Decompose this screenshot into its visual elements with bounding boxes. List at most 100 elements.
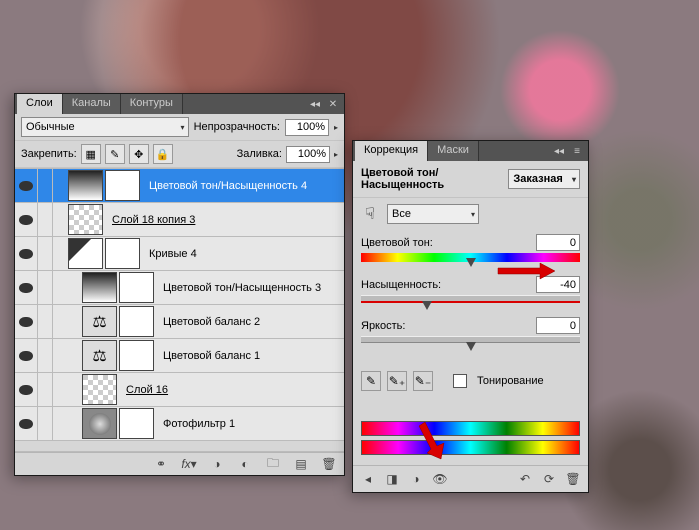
close-icon[interactable]: ✕ <box>326 97 340 111</box>
collapse-icon[interactable]: ◂◂ <box>552 144 566 158</box>
layer-name[interactable]: Цветовой тон/Насыщенность 4 <box>141 180 344 192</box>
eyedropper-minus-icon[interactable]: ✎₋ <box>413 371 433 391</box>
color-range-strips <box>361 421 580 455</box>
layer-item[interactable]: Цветовой тон/Насыщенность 4 <box>15 169 344 203</box>
adjustment-body: ☟ Все Цветовой тон: 0 Насыщенность: -40 … <box>353 198 588 465</box>
layers-list[interactable]: Цветовой тон/Насыщенность 4 Слой 18 копи… <box>15 168 344 452</box>
preset-select[interactable]: Заказная <box>508 169 580 189</box>
panel-menu-icon[interactable]: ≡ <box>570 144 584 158</box>
lock-fill-row: Закрепить: ▦ ✎ ✥ 🔒 Заливка: 100% ▸ <box>15 141 344 168</box>
opacity-input[interactable]: 100% <box>285 119 329 136</box>
lightness-input[interactable]: 0 <box>536 317 580 334</box>
delete-adjustment-icon[interactable]: 🗑 <box>564 470 582 488</box>
adjustments-panel-header: Коррекция Маски ◂◂ ≡ <box>353 141 588 161</box>
lock-pixels-button[interactable]: ✎ <box>105 144 125 164</box>
hue-slider[interactable] <box>361 253 580 262</box>
layer-thumbnail[interactable] <box>68 204 103 235</box>
hue-input[interactable]: 0 <box>536 234 580 251</box>
opacity-label: Непрозрачность: <box>194 121 280 133</box>
layer-mask[interactable] <box>119 306 154 337</box>
tab-masks[interactable]: Маски <box>428 141 479 161</box>
layer-thumbnail[interactable] <box>68 238 103 269</box>
lock-all-button[interactable]: 🔒 <box>153 144 173 164</box>
targeted-adjust-icon[interactable]: ☟ <box>361 205 379 223</box>
range-select[interactable]: Все <box>387 204 479 224</box>
layer-thumbnail[interactable] <box>82 374 117 405</box>
layer-name[interactable]: Цветовой тон/Насыщенность 3 <box>155 282 344 294</box>
visibility-toggle[interactable] <box>15 271 38 304</box>
layer-name[interactable]: Слой 18 копия 3 <box>104 214 344 226</box>
lightness-label: Яркость: <box>361 320 405 332</box>
adjustment-layer-icon[interactable]: ◐ <box>236 455 254 473</box>
visibility-toggle[interactable] <box>15 305 38 338</box>
toggle-visibility-icon[interactable]: 👁 <box>431 470 449 488</box>
fill-input[interactable]: 100% <box>286 146 330 163</box>
expand-view-icon[interactable]: ◨ <box>383 470 401 488</box>
layer-item[interactable]: Цветовой тон/Насыщенность 3 <box>15 271 344 305</box>
blend-mode-select[interactable]: Обычные <box>21 117 189 137</box>
layer-name[interactable]: Цветовой баланс 1 <box>155 350 344 362</box>
layer-name[interactable]: Слой 16 <box>118 384 344 396</box>
saturation-slider-thumb[interactable] <box>422 301 432 310</box>
saturation-input[interactable]: -40 <box>536 276 580 293</box>
layer-mask[interactable] <box>119 272 154 303</box>
collapse-icon[interactable]: ◂◂ <box>308 97 322 111</box>
clip-to-layer-icon[interactable]: ◑ <box>407 470 425 488</box>
layer-thumbnail[interactable] <box>82 408 117 439</box>
lock-position-button[interactable]: ✥ <box>129 144 149 164</box>
tab-layers[interactable]: Слои <box>17 94 63 114</box>
layer-mask[interactable] <box>119 408 154 439</box>
reset-icon[interactable]: ⟳ <box>540 470 558 488</box>
layer-mask[interactable] <box>105 238 140 269</box>
adjustment-title: Цветовой тон/Насыщенность <box>361 167 508 191</box>
layer-thumbnail[interactable]: ⚖ <box>82 306 117 337</box>
layer-item[interactable]: ⚖ Цветовой баланс 2 <box>15 305 344 339</box>
previous-state-icon[interactable]: ↶ <box>516 470 534 488</box>
lightness-slider-thumb[interactable] <box>466 342 476 351</box>
visibility-toggle[interactable] <box>15 203 38 236</box>
new-layer-icon[interactable]: ▤ <box>292 455 310 473</box>
tab-adjustments[interactable]: Коррекция <box>355 141 428 161</box>
eyedropper-plus-icon[interactable]: ✎₊ <box>387 371 407 391</box>
visibility-toggle[interactable] <box>15 339 38 372</box>
visibility-toggle[interactable] <box>15 237 38 270</box>
layers-panel-header: Слои Каналы Контуры ◂◂ ✕ <box>15 94 344 114</box>
layer-item[interactable]: Слой 16 <box>15 373 344 407</box>
layer-item[interactable]: ⚖ Цветовой баланс 1 <box>15 339 344 373</box>
eyedropper-icon[interactable]: ✎ <box>361 371 381 391</box>
saturation-slider[interactable] <box>361 295 580 303</box>
tab-channels[interactable]: Каналы <box>63 94 121 114</box>
visibility-toggle[interactable] <box>15 169 38 202</box>
visibility-toggle[interactable] <box>15 373 38 406</box>
chevron-down-icon[interactable]: ▸ <box>334 123 338 132</box>
tab-paths[interactable]: Контуры <box>121 94 183 114</box>
back-icon[interactable]: ◂ <box>359 470 377 488</box>
layer-item[interactable]: Слой 18 копия 3 <box>15 203 344 237</box>
layer-thumbnail[interactable] <box>82 272 117 303</box>
layer-name[interactable]: Кривые 4 <box>141 248 344 260</box>
group-icon[interactable]: 🗀 <box>264 455 282 473</box>
preset-value: Заказная <box>513 173 562 185</box>
layer-mask-icon[interactable]: ◑ <box>208 455 226 473</box>
lock-label: Закрепить: <box>21 148 77 160</box>
layers-panel: Слои Каналы Контуры ◂◂ ✕ Обычные Непрозр… <box>14 93 345 476</box>
range-value: Все <box>392 208 411 220</box>
layer-thumbnail[interactable]: ⚖ <box>82 340 117 371</box>
layer-mask[interactable] <box>105 170 140 201</box>
layer-name[interactable]: Цветовой баланс 2 <box>155 316 344 328</box>
chevron-down-icon[interactable]: ▸ <box>334 150 338 159</box>
lock-transparency-button[interactable]: ▦ <box>81 144 101 164</box>
link-layers-icon[interactable]: ⚭ <box>152 455 170 473</box>
layer-item[interactable]: Фотофильтр 1 <box>15 407 344 441</box>
layer-name[interactable]: Фотофильтр 1 <box>155 418 344 430</box>
layer-item[interactable]: Кривые 4 <box>15 237 344 271</box>
layer-mask[interactable] <box>119 340 154 371</box>
visibility-toggle[interactable] <box>15 407 38 440</box>
delete-layer-icon[interactable]: 🗑 <box>320 455 338 473</box>
lightness-slider[interactable] <box>361 336 580 343</box>
colorize-checkbox[interactable] <box>453 374 467 388</box>
layer-style-icon[interactable]: fx▾ <box>180 455 198 473</box>
hue-slider-thumb[interactable] <box>466 258 476 267</box>
fill-label: Заливка: <box>237 148 282 160</box>
layer-thumbnail[interactable] <box>68 170 103 201</box>
